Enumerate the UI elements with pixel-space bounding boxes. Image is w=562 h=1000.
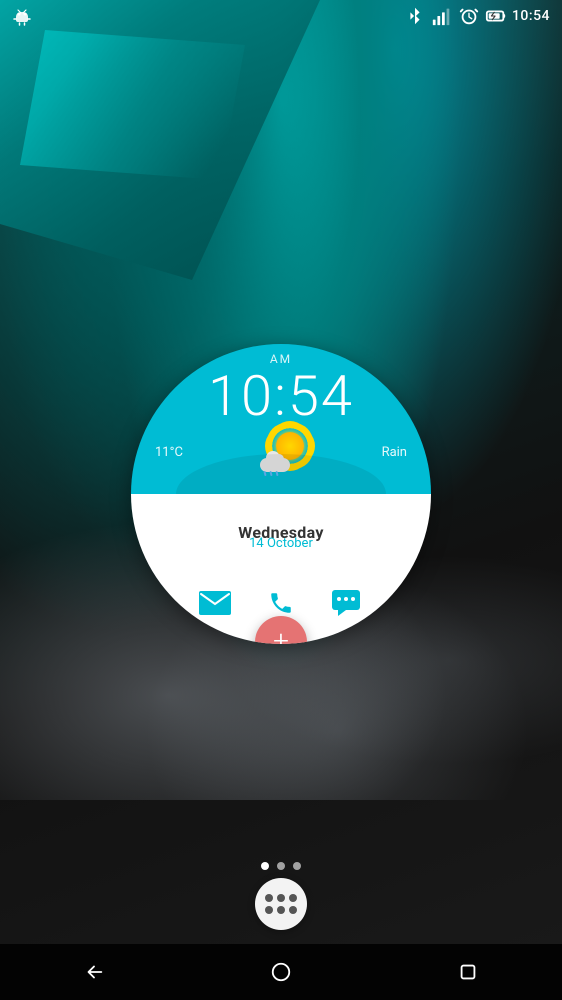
- page-dot-1[interactable]: [261, 862, 269, 870]
- status-time: 10:54: [512, 8, 550, 24]
- grid-dot: [265, 906, 273, 914]
- phone-icon: [268, 590, 294, 616]
- mail-button[interactable]: [196, 584, 234, 622]
- sun-icon: [276, 432, 304, 460]
- home-icon: [270, 961, 292, 983]
- temperature-label: 11°C: [155, 445, 183, 460]
- recents-button[interactable]: [446, 950, 490, 994]
- widget-bottom: Wednesday 14 October: [131, 494, 431, 644]
- page-dots: [261, 862, 301, 870]
- recents-icon: [457, 961, 479, 983]
- grid-dot: [289, 894, 297, 902]
- rain-drop: [270, 471, 273, 476]
- alarm-icon: [458, 5, 480, 27]
- grid-dot: [277, 906, 285, 914]
- bluetooth-icon: [404, 5, 426, 27]
- widget-top: AM 10:54 11°C Rain: [131, 344, 431, 494]
- status-bar: 10:54: [0, 0, 562, 32]
- android-icon: [12, 6, 32, 26]
- back-icon: [83, 961, 105, 983]
- clock-display: 10:54: [208, 368, 354, 424]
- back-button[interactable]: [72, 950, 116, 994]
- chat-button[interactable]: [328, 584, 366, 622]
- page-dot-3[interactable]: [293, 862, 301, 870]
- rain-drops: [264, 471, 278, 476]
- cloud-body: [260, 458, 290, 472]
- page-dot-2[interactable]: [277, 862, 285, 870]
- grid-dot: [289, 906, 297, 914]
- weather-condition-label: Rain: [382, 445, 407, 460]
- mail-icon: [199, 591, 231, 615]
- weather-row: 11°C Rain: [131, 428, 431, 476]
- grid-dot: [277, 894, 285, 902]
- cloud-icon: [260, 452, 292, 472]
- rain-drop: [276, 471, 279, 476]
- status-icons: 10:54: [404, 5, 550, 27]
- signal-icon: [431, 5, 453, 27]
- chat-icon: [332, 590, 362, 616]
- fab-plus-icon: +: [273, 627, 289, 644]
- rain-drop: [264, 471, 267, 476]
- app-drawer-button[interactable]: [255, 878, 307, 930]
- dots-grid: [265, 894, 297, 914]
- date-section: Wednesday 14 October: [238, 523, 323, 551]
- home-button[interactable]: [259, 950, 303, 994]
- status-left: [12, 6, 32, 26]
- navigation-bar: [0, 944, 562, 1000]
- grid-dot: [265, 894, 273, 902]
- date-label: 14 October: [249, 536, 313, 551]
- widget-container: AM 10:54 11°C Rain: [131, 344, 431, 644]
- battery-icon: [485, 5, 507, 27]
- widget-circle[interactable]: AM 10:54 11°C Rain: [131, 344, 431, 644]
- weather-icon: [260, 432, 304, 472]
